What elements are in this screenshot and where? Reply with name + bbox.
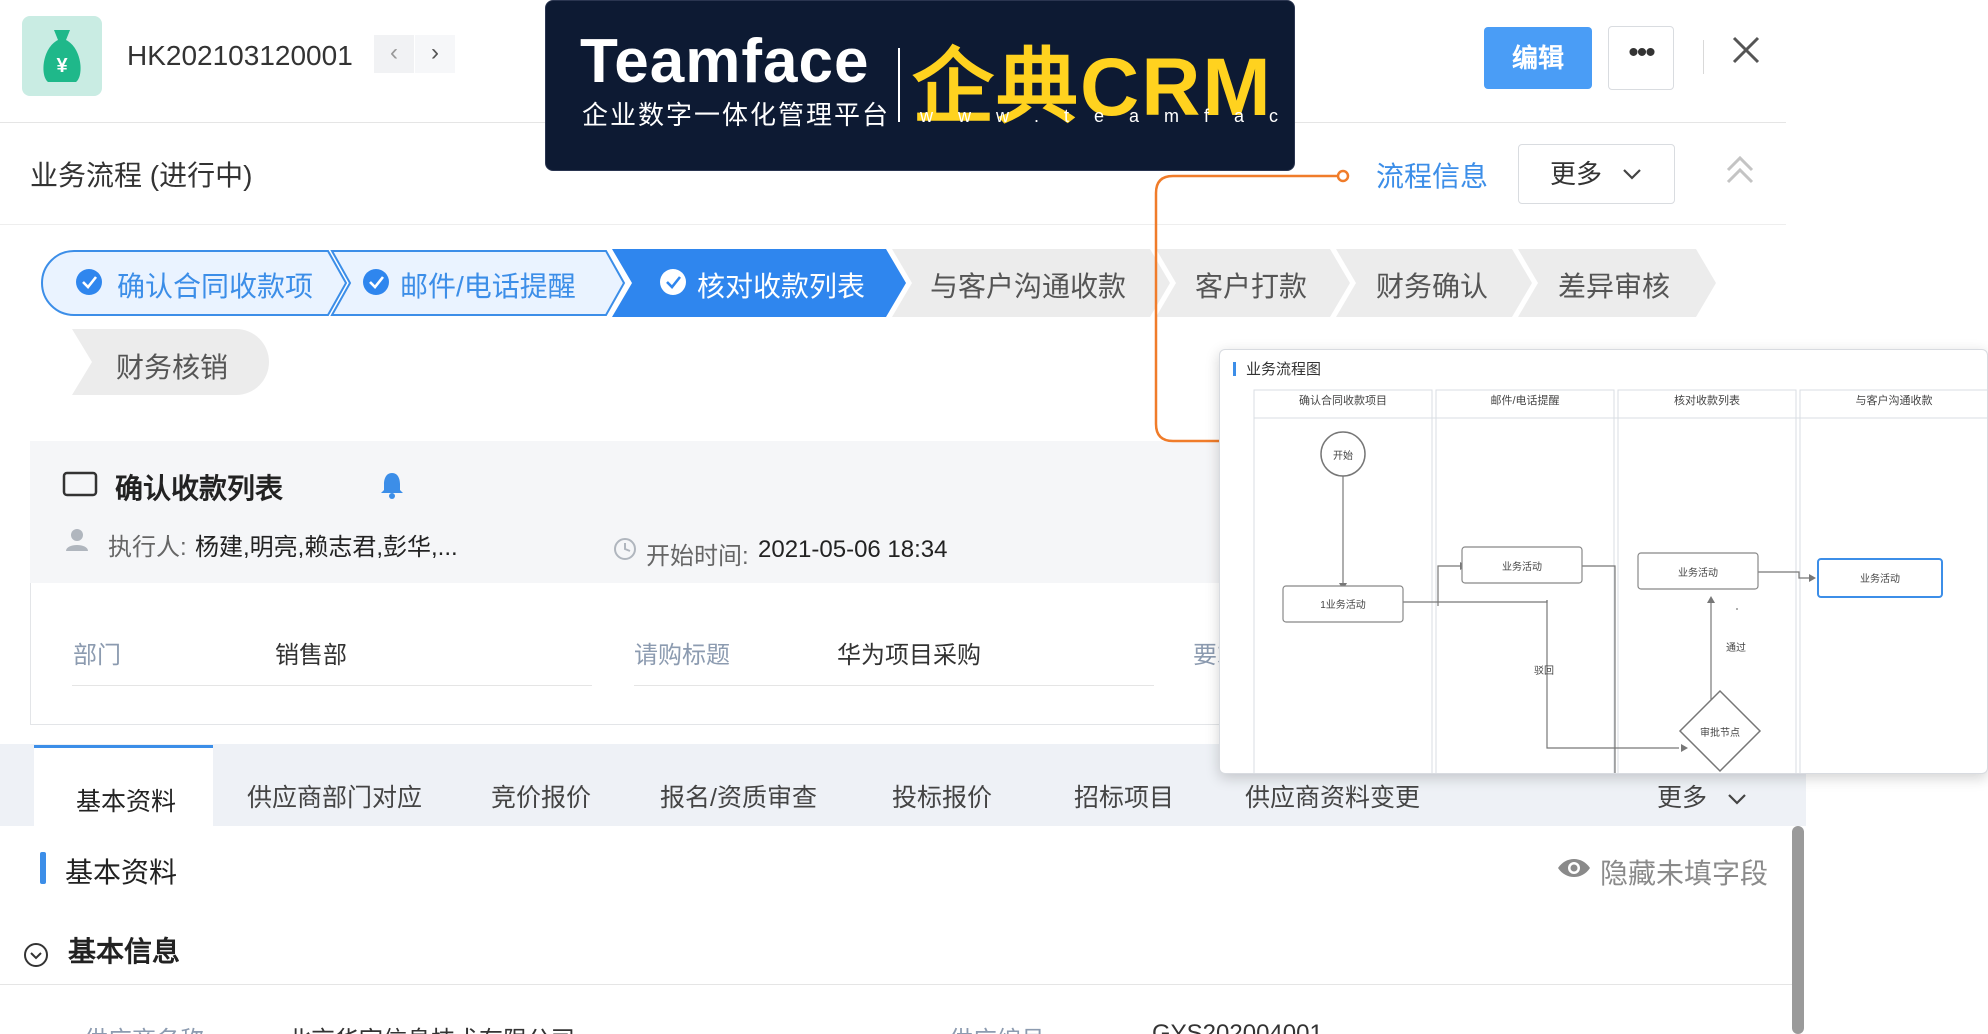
flow-diagram (1233, 362, 1987, 773)
pass-label: 通过 (1726, 643, 1746, 654)
lane-header: 确认合同收款项目 (1299, 395, 1387, 407)
flow-diagram-popup: 业务流程图 确认合同收款项目 邮件/电话提醒 核对收款列表 与客户沟通收款 开始… (1219, 349, 1988, 774)
start-node: 开始 (1333, 451, 1353, 462)
lane-header: 邮件/电话提醒 (1490, 395, 1560, 407)
flow-diagram-title: 业务流程图 (1246, 361, 1322, 378)
lane-header: 核对收款列表 (1674, 395, 1740, 407)
activity-node: 1业务活动 (1320, 600, 1366, 611)
reject-label: 驳回 (1534, 666, 1554, 677)
lane-header: 与客户沟通收款 (1855, 395, 1933, 407)
activity-node: 业务活动 (1678, 568, 1718, 579)
activity-node-active: 业务活动 (1860, 574, 1900, 585)
activity-node: 业务活动 (1502, 562, 1542, 573)
decision-node: 审批节点 (1700, 728, 1740, 739)
